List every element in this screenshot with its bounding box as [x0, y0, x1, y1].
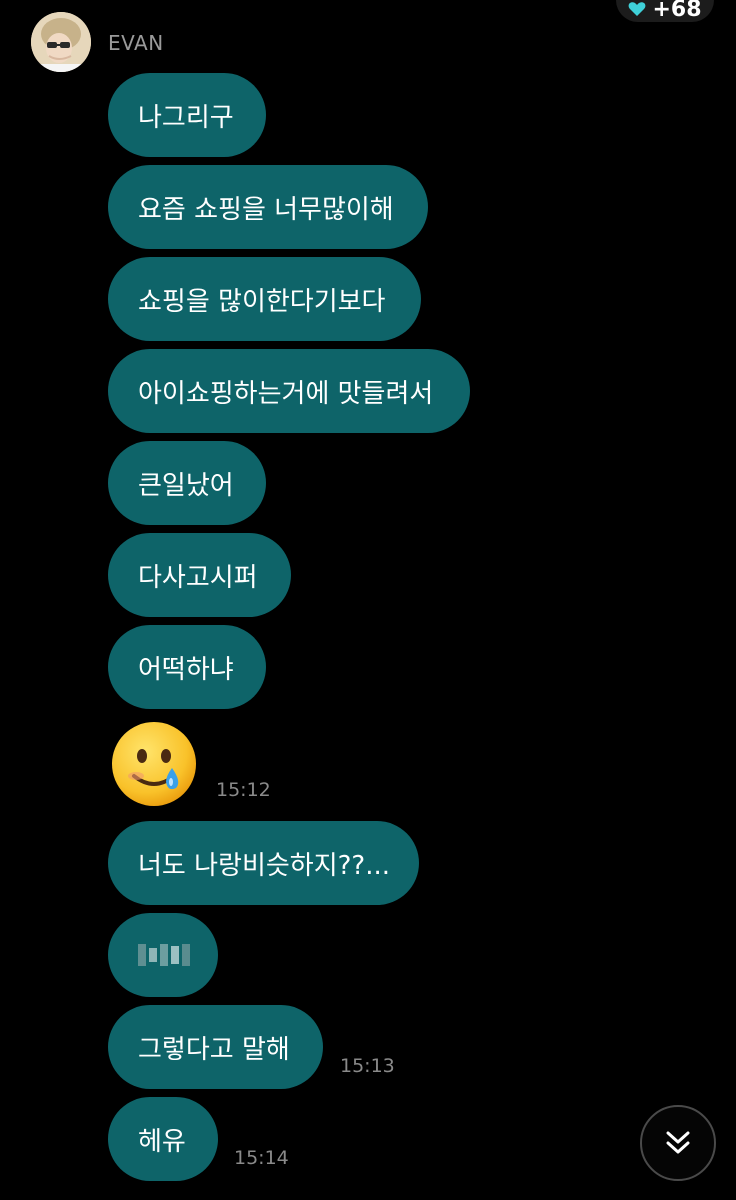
censored-message-bubble[interactable] [108, 913, 218, 997]
message-timestamp: 15:13 [340, 1055, 395, 1077]
message-bubble[interactable]: 다사고시퍼 [108, 533, 291, 617]
message-timestamp: 15:12 [216, 779, 271, 801]
heart-count-badge[interactable]: +68 [616, 0, 714, 22]
message-bubble[interactable]: 나그리구 [108, 73, 266, 157]
sender-name: EVAN [108, 31, 164, 55]
message-bubble[interactable]: 어떡하냐 [108, 625, 266, 709]
message-bubble[interactable]: 요즘 쇼핑을 너무많이해 [108, 165, 428, 249]
scroll-to-bottom-button[interactable] [640, 1105, 716, 1181]
chat-screen: +68 EVAN 나그리구 요즘 쇼핑을 너무많이해 쇼핑을 많이한다기보다 아… [0, 0, 736, 1200]
message-bubble[interactable]: 아이쇼핑하는거에 맛들려서 [108, 349, 470, 433]
message-bubble[interactable]: 그렇다고 말해 [108, 1005, 323, 1089]
smiling-face-with-tear-icon[interactable] [110, 720, 198, 808]
badge-count: +68 [652, 0, 702, 22]
message-bubble[interactable]: 헤유 [108, 1097, 218, 1181]
avatar-image [31, 12, 91, 72]
message-bubble[interactable]: 쇼핑을 많이한다기보다 [108, 257, 421, 341]
message-timestamp: 15:14 [234, 1147, 289, 1169]
message-bubble[interactable]: 너도 나랑비슷하지??... [108, 821, 419, 905]
avatar[interactable] [31, 12, 91, 72]
message-bubble[interactable]: 큰일났어 [108, 441, 266, 525]
heart-icon [629, 2, 646, 16]
double-chevron-down-icon [666, 1131, 690, 1154]
censored-text [138, 944, 190, 966]
